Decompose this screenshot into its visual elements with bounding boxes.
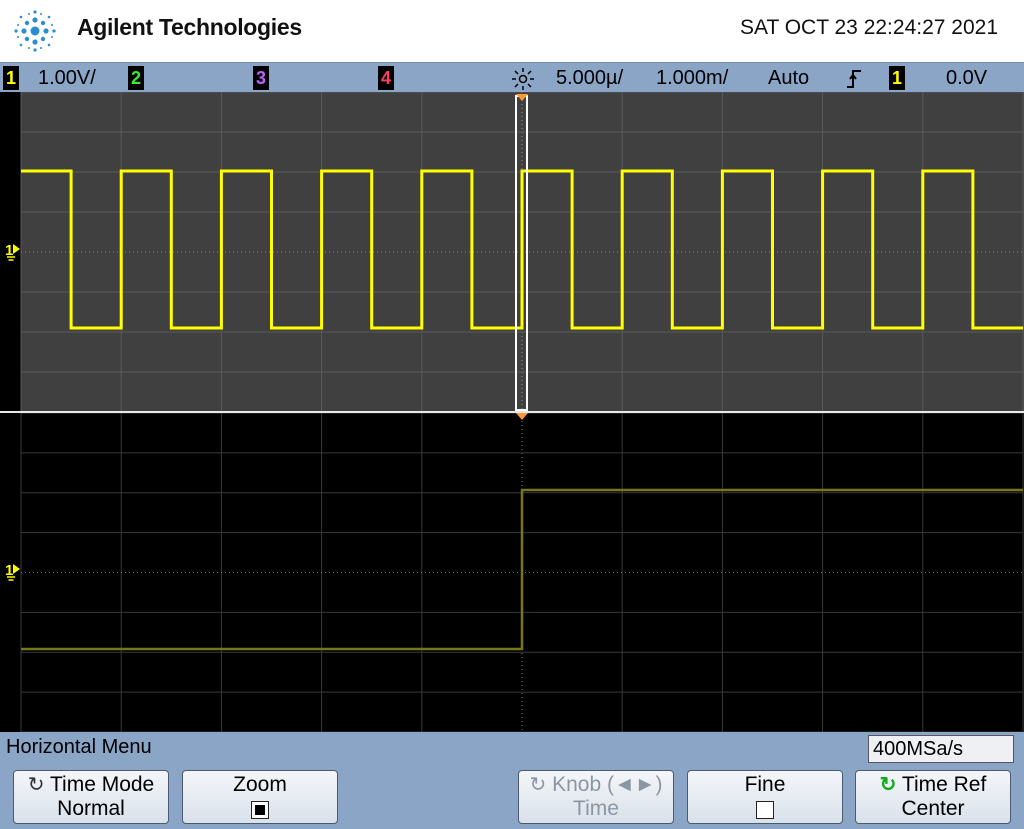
channel-1-badge[interactable]: 1 xyxy=(3,66,19,90)
channel-2-badge[interactable]: 2 xyxy=(128,66,144,90)
brand-name: Agilent Technologies xyxy=(77,14,302,40)
knob-label: Knob (◄►) xyxy=(552,773,663,796)
time-mode-label: Time Mode xyxy=(49,773,155,796)
timebase-scale: 5.000µ/ xyxy=(556,67,624,89)
knob-value: Time xyxy=(573,797,619,820)
green-knob-icon: ↻ xyxy=(879,774,897,796)
channel-1-ground-marker-lower[interactable]: 1 xyxy=(3,557,21,583)
channel-1-scale: 1.00V/ xyxy=(38,67,96,89)
time-ref-softkey[interactable]: ↻ Time Ref Center xyxy=(855,770,1011,824)
fine-checkbox[interactable] xyxy=(756,801,774,820)
knob-time-softkey[interactable]: ↻ Knob (◄►) Time xyxy=(518,770,674,824)
zoom-checkbox[interactable] xyxy=(251,801,269,820)
channel-4-badge[interactable]: 4 xyxy=(378,66,394,90)
ground-marker-icon: 1 xyxy=(5,242,20,261)
channel-1-trace xyxy=(21,169,1023,330)
agilent-spark-logo-icon xyxy=(14,10,56,52)
knob-icon: ↻ xyxy=(27,774,45,796)
fine-softkey[interactable]: Fine xyxy=(687,770,843,824)
delay-value: 1.000m/ xyxy=(656,67,729,89)
date-time: SAT OCT 23 22:24:27 2021 xyxy=(739,16,998,39)
status-bar: 1 1.00V/ 2 3 4 5.000µ/ 1.000m/ Auto 1 0.… xyxy=(0,62,1024,94)
channel-3-badge[interactable]: 3 xyxy=(253,66,269,90)
softkey-menu: Horizontal Menu 400MSa/s ↻ Time Mode Nor… xyxy=(0,732,1024,829)
rising-edge-icon xyxy=(847,70,861,88)
ground-marker-icon: 1 xyxy=(5,562,20,581)
menu-title: Horizontal Menu xyxy=(6,736,152,758)
knob-icon: ↻ xyxy=(529,774,547,796)
trigger-level: 0.0V xyxy=(946,67,988,89)
scope-display[interactable]: 1 1 xyxy=(0,92,1024,732)
zoom-label: Zoom xyxy=(233,773,287,796)
fine-label: Fine xyxy=(744,773,786,796)
waveform-area[interactable] xyxy=(0,92,1024,732)
trigger-mode: Auto xyxy=(768,67,810,89)
header: Agilent Technologies SAT OCT 23 22:24:27… xyxy=(0,0,1024,62)
time-mode-value: Normal xyxy=(57,797,125,820)
sample-rate: 400MSa/s xyxy=(868,735,1014,763)
channel-1-ground-marker-upper[interactable]: 1 xyxy=(3,237,21,263)
zoom-softkey[interactable]: Zoom xyxy=(182,770,338,824)
acquire-icon xyxy=(512,68,534,90)
time-ref-label: Time Ref xyxy=(901,773,987,796)
trigger-source-badge: 1 xyxy=(889,66,905,90)
time-ref-value: Center xyxy=(901,797,965,820)
time-mode-softkey[interactable]: ↻ Time Mode Normal xyxy=(13,770,169,824)
